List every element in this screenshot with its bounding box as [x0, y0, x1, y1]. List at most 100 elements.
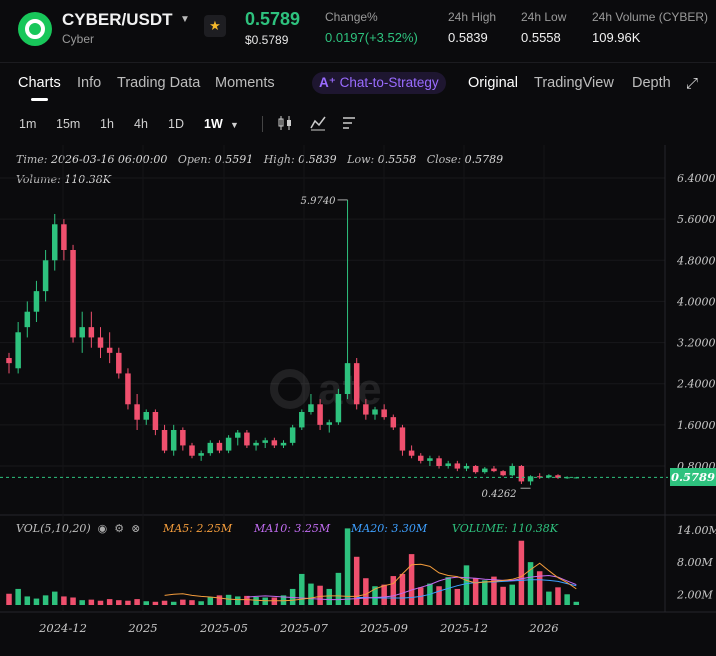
volume-bar — [125, 600, 131, 605]
candle-body — [88, 327, 95, 338]
candle-body — [463, 466, 470, 469]
candle-body — [308, 404, 314, 412]
volume-bar — [546, 591, 552, 605]
candle-body — [390, 417, 397, 428]
volume-bar — [262, 597, 268, 605]
volume-bar — [399, 573, 406, 605]
candle-body — [344, 363, 351, 394]
candle-body — [225, 437, 232, 451]
volume-legend: VOLUME: 110.38K — [452, 522, 558, 535]
volume-bar — [88, 599, 95, 605]
candle-body — [253, 442, 259, 446]
chat-to-strategy-label: Chat-to-Strategy — [339, 75, 439, 90]
volume-bar — [436, 586, 442, 605]
time-axis-label: 2025-12 — [439, 621, 488, 635]
volume-24h-value: 109.96K — [592, 30, 641, 45]
view-tradingview[interactable]: TradingView — [534, 75, 614, 91]
caret-down-icon[interactable]: ▼ — [180, 14, 190, 25]
low-24h-value: 0.5558 — [521, 30, 561, 45]
volume-axis-label: 8.00M — [677, 556, 713, 569]
price-axis-label: 4.0000 — [676, 295, 716, 308]
active-tab-indicator — [31, 98, 48, 101]
volume-bar — [573, 601, 580, 605]
time-axis-label: 2026 — [528, 621, 558, 635]
volume-bar — [482, 580, 488, 605]
candle-body — [491, 468, 497, 472]
volume-bar — [463, 565, 470, 605]
volume-bar — [299, 573, 305, 605]
timeframe-1d[interactable]: 1D — [168, 117, 184, 131]
candle-body — [198, 453, 204, 456]
candle-body — [143, 412, 149, 420]
candle-body — [24, 311, 31, 328]
current-price-tag: 0.5789 — [670, 468, 716, 486]
candle-body — [317, 404, 323, 425]
pair-subtitle: Cyber — [62, 32, 95, 46]
volume-bar — [518, 540, 525, 605]
candle-body — [207, 442, 214, 454]
candle-body — [427, 458, 433, 461]
candle-body — [518, 466, 525, 482]
volume-axis-label: 14.00M — [677, 524, 716, 537]
pair-title[interactable]: CYBER/USDT — [62, 10, 173, 30]
volume-bar — [564, 594, 570, 605]
volume-bar — [445, 577, 451, 605]
candle-body — [289, 427, 296, 443]
candle-body — [70, 250, 76, 338]
volume-bar — [116, 600, 122, 605]
candle-body — [134, 404, 140, 420]
view-original[interactable]: Original — [468, 75, 518, 91]
time-axis-label: 2025-05 — [199, 621, 248, 635]
tab-moments[interactable]: Moments — [215, 75, 275, 91]
volume-bar — [189, 600, 195, 605]
tab-charts[interactable]: Charts — [18, 75, 61, 91]
star-icon[interactable]: ★ — [204, 15, 226, 37]
candle-type-icon[interactable] — [276, 114, 294, 132]
candle-body — [61, 224, 67, 250]
candle-body — [500, 471, 506, 476]
ai-icon: A⁺ — [319, 75, 340, 90]
candle-body — [42, 260, 49, 292]
drawing-tools-icon[interactable] — [340, 114, 358, 132]
candle-body — [408, 450, 415, 456]
expand-icon[interactable]: ⤢ — [686, 75, 698, 92]
candle-body — [52, 224, 58, 261]
indicator-icon[interactable] — [309, 114, 327, 132]
cyber-logo — [18, 12, 52, 46]
candle-body — [180, 430, 186, 446]
volume-bar — [326, 588, 332, 605]
timeframe-1h[interactable]: 1h — [100, 117, 114, 131]
candle-body — [271, 440, 278, 446]
close-icon[interactable]: ⊗ — [128, 522, 140, 535]
eye-icon[interactable]: ◉ — [94, 522, 108, 535]
candle-body — [216, 442, 223, 451]
candle-body — [372, 409, 378, 415]
candle-body — [152, 412, 159, 430]
candle-body — [326, 422, 332, 425]
volume-bar — [79, 600, 85, 605]
timeframe-1m[interactable]: 1m — [19, 117, 36, 131]
ma20-legend: MA20: 3.30M — [351, 522, 428, 535]
volume-24h-label: 24h Volume (CYBER) — [592, 10, 709, 24]
volume-bar — [52, 591, 58, 605]
timeframe-15m[interactable]: 15m — [56, 117, 80, 131]
volume-bar — [207, 596, 214, 605]
price-chart[interactable]: ate 6.40005.60004.80004.00003.20002.4000… — [0, 140, 716, 656]
tab-trading-data[interactable]: Trading Data — [117, 75, 200, 91]
settings-icon[interactable]: ⚙ — [111, 522, 124, 535]
candle-body — [125, 373, 131, 405]
candle-body — [418, 455, 424, 461]
volume-bar — [42, 595, 49, 605]
tab-info[interactable]: Info — [77, 75, 101, 91]
volume-bar — [235, 596, 241, 605]
volume-bar — [97, 600, 104, 605]
volume-bar — [253, 596, 259, 605]
timeframe-4h[interactable]: 4h — [134, 117, 148, 131]
header-divider — [0, 62, 716, 63]
candle-body — [262, 440, 268, 443]
timeframe-caret-icon[interactable]: ▼ — [230, 120, 239, 130]
view-depth[interactable]: Depth — [632, 75, 671, 91]
timeframe-1w[interactable]: 1W — [204, 117, 223, 131]
volume-bar — [161, 600, 168, 605]
chat-to-strategy-button[interactable]: A⁺ Chat-to-Strategy — [312, 72, 446, 94]
